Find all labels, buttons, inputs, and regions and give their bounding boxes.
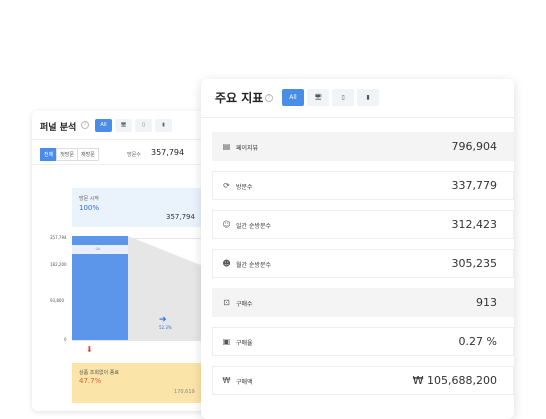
exit-step-value: 170,619 xyxy=(174,389,195,395)
funnel-device-tabs: All 🖥 ▯ ▮ xyxy=(95,119,172,132)
y-tick: 93,800 xyxy=(50,298,64,303)
rate-icon: ▣ xyxy=(222,337,231,346)
help-icon[interactable]: ? xyxy=(81,121,89,129)
tab-desktop-icon[interactable]: 🖥 xyxy=(307,89,329,106)
metric-row-revenue[interactable]: ₩ 구매액 ₩ 105,688,200 xyxy=(212,366,514,395)
metric-value: 305,235 xyxy=(451,257,498,270)
metric-value: ₩ 105,688,200 xyxy=(412,374,497,387)
exit-step-label: 상품 조회없이 종료 xyxy=(79,370,119,376)
divider xyxy=(201,117,514,118)
start-step-value: 357,794 xyxy=(166,213,195,221)
conversion-percent: 52.3% xyxy=(159,325,172,330)
metrics-card: 주요 지표 ? All 🖥 ▯ ▮ ▤ 페이지뷰 796,904 ⟳ 방문수 3… xyxy=(201,79,514,419)
won-icon: ₩ xyxy=(222,376,231,385)
monthly-visitor-icon: ☻ xyxy=(222,259,231,268)
metrics-title: 주요 지표 xyxy=(215,91,264,105)
metric-row-purchase-rate[interactable]: ▣ 구매율 0.27 % xyxy=(212,327,514,356)
visitors-label: 방문수 xyxy=(127,152,141,158)
arrow-right-icon: ➔ xyxy=(159,315,167,325)
metric-label: 일간 순방문수 xyxy=(236,223,272,230)
arrow-down-icon: ⬇ xyxy=(86,345,93,354)
tab-mobile-icon[interactable]: ▮ xyxy=(357,89,379,106)
metric-label: 월간 순방문수 xyxy=(236,262,272,269)
visitor-icon: ⟳ xyxy=(223,181,230,190)
tab-tablet-icon[interactable]: ▯ xyxy=(135,119,152,132)
metrics-list: ▤ 페이지뷰 796,904 ⟳ 방문수 337,779 ☺ 일간 순방문수 3… xyxy=(212,132,514,405)
metric-value: 0.27 % xyxy=(458,335,497,348)
visitors-value: 357,794 xyxy=(151,148,185,157)
filter-first-visit[interactable]: 첫방문 xyxy=(56,148,79,161)
daily-visitor-icon: ☺ xyxy=(222,220,231,229)
tab-tablet-icon[interactable]: ▯ xyxy=(332,89,354,106)
tab-mobile-icon[interactable]: ▮ xyxy=(155,119,172,132)
tab-all[interactable]: All xyxy=(95,119,112,132)
start-step-label: 방문 시작 xyxy=(79,196,99,202)
funnel-title: 퍼널 분석 xyxy=(40,123,77,133)
filter-all[interactable]: 전체 xyxy=(40,148,58,161)
metric-label: 페이지뷰 xyxy=(236,145,259,152)
y-tick: 182,200 xyxy=(50,262,67,267)
metric-row-monthly-unique[interactable]: ☻ 월간 순방문수 305,235 xyxy=(212,249,514,278)
filter-revisit[interactable]: 재방문 xyxy=(77,148,99,161)
start-step-percent: 100% xyxy=(79,204,100,212)
cart-icon: ⊡ xyxy=(223,298,230,307)
metric-row-pageviews[interactable]: ▤ 페이지뷰 796,904 xyxy=(212,132,514,161)
help-icon[interactable]: ? xyxy=(265,94,273,102)
y-tick: 0 xyxy=(64,337,67,342)
tab-all[interactable]: All xyxy=(282,89,304,106)
metric-label: 구매율 xyxy=(236,340,253,347)
axis-break-icon: ≈ xyxy=(95,245,101,253)
exit-step-percent: 47.7% xyxy=(79,377,102,385)
page-icon: ▤ xyxy=(222,142,231,151)
metrics-device-tabs: All 🖥 ▯ ▮ xyxy=(282,89,379,106)
tab-desktop-icon[interactable]: 🖥 xyxy=(115,119,132,132)
y-tick: 357,794 xyxy=(50,235,67,240)
metric-row-daily-unique[interactable]: ☺ 일간 순방문수 312,423 xyxy=(212,210,514,239)
metric-label: 구매수 xyxy=(236,301,253,308)
metric-value: 913 xyxy=(476,296,497,309)
metric-value: 312,423 xyxy=(451,218,498,231)
visit-type-filter: 전체 첫방문 재방문 xyxy=(40,148,99,161)
metric-label: 구매액 xyxy=(236,379,253,386)
metric-label: 방문수 xyxy=(236,184,253,191)
metric-row-purchases[interactable]: ⊡ 구매수 913 xyxy=(212,288,514,317)
metric-row-visits[interactable]: ⟳ 방문수 337,779 xyxy=(212,171,514,200)
metric-value: 337,779 xyxy=(451,179,498,192)
metric-value: 796,904 xyxy=(451,140,498,153)
